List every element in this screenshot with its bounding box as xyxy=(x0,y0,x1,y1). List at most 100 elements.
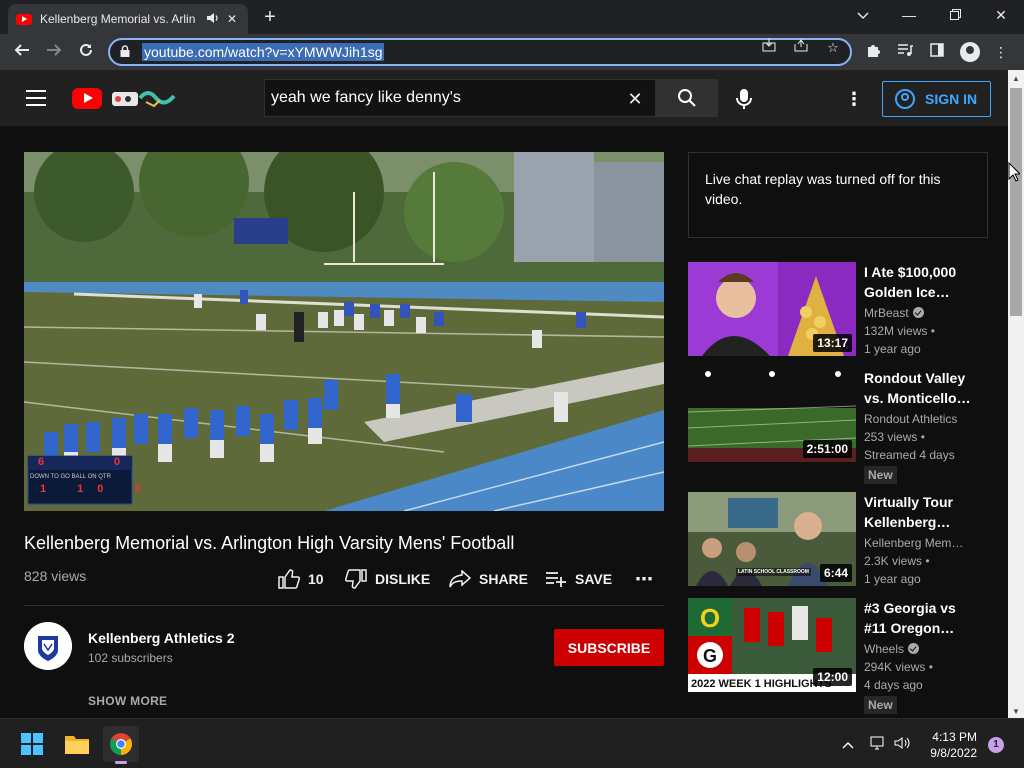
minimize-button[interactable]: — xyxy=(886,4,932,26)
subscriber-count: 102 subscribers xyxy=(88,651,173,665)
search-button[interactable] xyxy=(655,79,718,117)
settings-kebab-icon[interactable]: ⋮ xyxy=(842,88,866,110)
speaker-icon[interactable] xyxy=(204,12,220,27)
upload-age: 1 year ago xyxy=(864,342,921,356)
thumbs-down-icon xyxy=(345,569,367,589)
video-thumbnail[interactable]: O G 2022 WEEK 1 HIGHLIGHTS 12:00 xyxy=(688,598,856,692)
svg-text:G: G xyxy=(703,646,717,666)
close-tab-icon[interactable]: ✕ xyxy=(224,12,240,26)
channel-name-text: MrBeast xyxy=(864,306,909,320)
clock-date[interactable]: 9/8/2022 xyxy=(920,746,977,760)
thumbnail-caption: 2022 WEEK 1 HIGHLIGHTS xyxy=(691,678,832,690)
forward-arrow-icon[interactable] xyxy=(42,40,66,64)
search-query-text[interactable]: yeah we fancy like denny's xyxy=(271,89,461,107)
stream-age: Streamed 4 days xyxy=(864,448,955,462)
subscribe-button[interactable]: SUBSCRIBE xyxy=(554,629,664,666)
scoreboard-away-score: 0 xyxy=(114,456,121,468)
channel-name[interactable]: Kellenberg Athletics 2 xyxy=(88,630,235,646)
channel-avatar[interactable] xyxy=(24,622,72,670)
svg-text:O: O xyxy=(700,603,720,633)
url-text[interactable]: youtube.com/watch?v=xYMWWJih1sg xyxy=(142,43,385,61)
active-app-indicator xyxy=(115,761,127,764)
close-window-button[interactable]: ✕ xyxy=(978,4,1024,26)
channel-name[interactable]: Rondout Athletics xyxy=(864,412,957,426)
like-button[interactable]: 10 xyxy=(278,568,324,590)
scroll-thumb[interactable] xyxy=(1010,88,1022,316)
share-arrow-icon xyxy=(449,570,471,588)
notification-count-badge[interactable]: 1 xyxy=(988,737,1004,753)
browser-tab-strip: Kellenberg Memorial vs. Arlin ✕ + — ✕ xyxy=(0,0,1024,34)
profile-avatar-icon[interactable] xyxy=(960,42,980,62)
video-title: Kellenberg Memorial vs. Arlington High V… xyxy=(24,533,515,553)
windows-start-icon[interactable] xyxy=(14,726,50,762)
recommendation-card[interactable]: LATIN SCHOOL CLASSROOM 6:44 Virtually To… xyxy=(688,492,988,592)
video-player[interactable]: 6 0 DOWN TO GO BALL ON QTR 1 10 2 xyxy=(24,152,664,511)
add-to-playlist-icon xyxy=(546,572,566,587)
hamburger-menu-icon[interactable] xyxy=(26,90,46,106)
thumbnail-caption: LATIN SCHOOL CLASSROOM xyxy=(736,568,811,576)
thumbs-up-icon xyxy=(278,569,300,589)
scroll-up-arrow-icon[interactable]: ▲ xyxy=(1008,74,1024,83)
tab-title: Kellenberg Memorial vs. Arlin xyxy=(40,12,196,26)
view-count: 132M views • xyxy=(864,324,935,338)
channel-name[interactable]: MrBeast xyxy=(864,306,924,320)
video-thumbnail[interactable]: 13:17 xyxy=(688,262,856,356)
scroll-down-arrow-icon[interactable]: ▼ xyxy=(1008,707,1024,716)
chrome-taskbar-icon[interactable] xyxy=(103,726,139,764)
verified-check-icon xyxy=(908,643,920,654)
volume-icon[interactable] xyxy=(894,736,912,753)
show-more-link[interactable]: SHOW MORE xyxy=(88,694,167,708)
share-button[interactable]: SHARE xyxy=(449,568,528,590)
recommendation-card[interactable]: 13:17 I Ate $100,000 Golden Ice… MrBeast… xyxy=(688,262,988,362)
new-tab-button[interactable]: + xyxy=(258,6,282,28)
channel-name[interactable]: Wheels xyxy=(864,642,920,656)
media-control-icon[interactable] xyxy=(894,42,916,62)
sign-in-button[interactable]: SIGN IN xyxy=(882,81,991,117)
browser-tab[interactable]: Kellenberg Memorial vs. Arlin ✕ xyxy=(8,4,248,34)
tray-overflow-chevron-icon[interactable] xyxy=(842,736,854,752)
scoreboard-home-score: 6 xyxy=(38,456,45,468)
reload-icon[interactable] xyxy=(74,40,98,64)
video-duration: 13:17 xyxy=(813,334,852,352)
restore-button[interactable] xyxy=(932,4,978,26)
video-duration: 12:00 xyxy=(813,668,852,686)
voice-search-button[interactable] xyxy=(730,86,758,112)
clear-search-icon[interactable]: ✕ xyxy=(624,88,646,110)
video-thumbnail[interactable]: LATIN SCHOOL CLASSROOM 6:44 xyxy=(688,492,856,586)
recommendation-card[interactable]: 2:51:00 Rondout Valley vs. Monticello… R… xyxy=(688,368,988,484)
install-app-icon[interactable] xyxy=(758,38,780,58)
more-actions-icon[interactable]: ⋯ xyxy=(635,568,653,590)
account-circle-icon xyxy=(895,89,915,109)
doodle-logo-icon[interactable] xyxy=(106,88,178,110)
network-icon[interactable] xyxy=(870,736,886,753)
video-title[interactable]: Rondout Valley vs. Monticello… xyxy=(864,368,982,408)
address-bar[interactable]: youtube.com/watch?v=xYMWWJih1sg xyxy=(108,38,852,66)
dislike-button[interactable]: DISLIKE xyxy=(345,568,430,590)
lock-icon[interactable] xyxy=(120,44,134,60)
video-title[interactable]: Virtually Tour Kellenberg… xyxy=(864,492,982,532)
tab-search-icon[interactable] xyxy=(840,4,886,26)
video-duration: 6:44 xyxy=(819,564,852,582)
share-page-icon[interactable] xyxy=(790,38,812,58)
clock-time[interactable]: 4:13 PM xyxy=(920,730,977,744)
video-thumbnail[interactable]: 2:51:00 xyxy=(688,368,856,462)
save-button[interactable]: SAVE xyxy=(545,568,612,590)
video-title[interactable]: I Ate $100,000 Golden Ice… xyxy=(864,262,982,302)
upload-age: 4 days ago xyxy=(864,678,923,692)
channel-name[interactable]: Kellenberg Mem… xyxy=(864,536,963,550)
browser-toolbar: youtube.com/watch?v=xYMWWJih1sg ☆ ⋮ xyxy=(0,34,1024,70)
back-arrow-icon[interactable] xyxy=(10,40,34,64)
chrome-menu-icon[interactable]: ⋮ xyxy=(990,42,1012,62)
verified-check-icon xyxy=(912,307,924,318)
extensions-puzzle-icon[interactable] xyxy=(862,42,884,62)
video-title[interactable]: #3 Georgia vs #11 Oregon… xyxy=(864,598,982,638)
youtube-masthead: yeah we fancy like denny's ✕ ⋮ SIGN IN xyxy=(0,70,1008,126)
scoreboard-values: 1 10 2 xyxy=(40,483,155,495)
dislike-label: DISLIKE xyxy=(375,571,431,587)
side-panel-icon[interactable] xyxy=(926,42,948,62)
bookmark-star-icon[interactable]: ☆ xyxy=(822,38,844,58)
file-explorer-icon[interactable] xyxy=(59,726,95,762)
youtube-logo[interactable] xyxy=(72,88,102,109)
recommendation-card[interactable]: O G 2022 WEEK 1 HIGHLIGHTS 12:00 #3 Geor… xyxy=(688,598,988,714)
search-input[interactable]: yeah we fancy like denny's xyxy=(264,79,655,117)
